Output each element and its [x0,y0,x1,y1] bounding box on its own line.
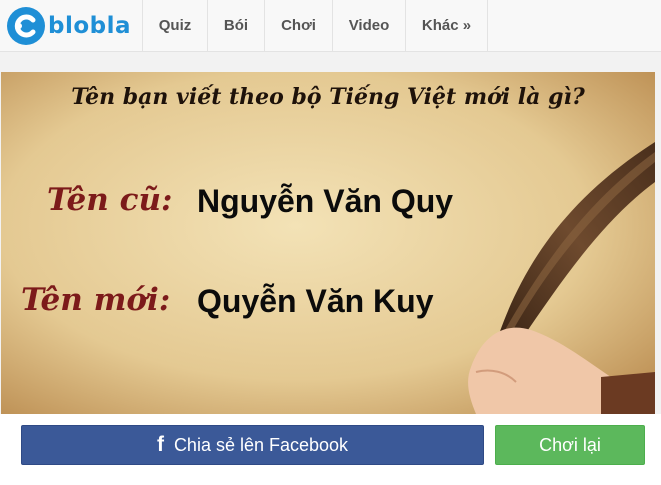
old-name-label: Tên cũ: [47,182,173,218]
play-again-label: Chơi lại [539,434,601,455]
quiz-question: Tên bạn viết theo bộ Tiếng Việt mới là g… [71,84,585,110]
old-name-value: Nguyễn Văn Quy [197,183,454,219]
brand-logo[interactable]: blobla [0,0,142,51]
share-facebook-label: Chia sẻ lên Facebook [173,434,349,455]
result-card: Tên bạn viết theo bộ Tiếng Việt mới là g… [1,72,655,414]
new-name-value: Quyễn Văn Kuy [197,283,434,319]
nav-boi[interactable]: Bói [207,0,264,51]
nav-quiz[interactable]: Quiz [142,0,207,51]
blobla-logo-icon [7,6,45,45]
nav-video[interactable]: Video [332,0,405,51]
parchment-background [1,72,655,414]
share-facebook-button[interactable]: f Chia sẻ lên Facebook [21,425,484,465]
play-again-button[interactable]: Chơi lại [495,425,645,465]
facebook-icon: f [156,433,164,456]
top-navbar: blobla Quiz Bói Chơi Video Khác » [0,0,661,52]
nav-choi[interactable]: Chơi [264,0,332,51]
nav-khac[interactable]: Khác » [405,0,488,51]
new-name-label: Tên mới: [21,282,171,318]
brand-name: blobla [48,12,132,39]
